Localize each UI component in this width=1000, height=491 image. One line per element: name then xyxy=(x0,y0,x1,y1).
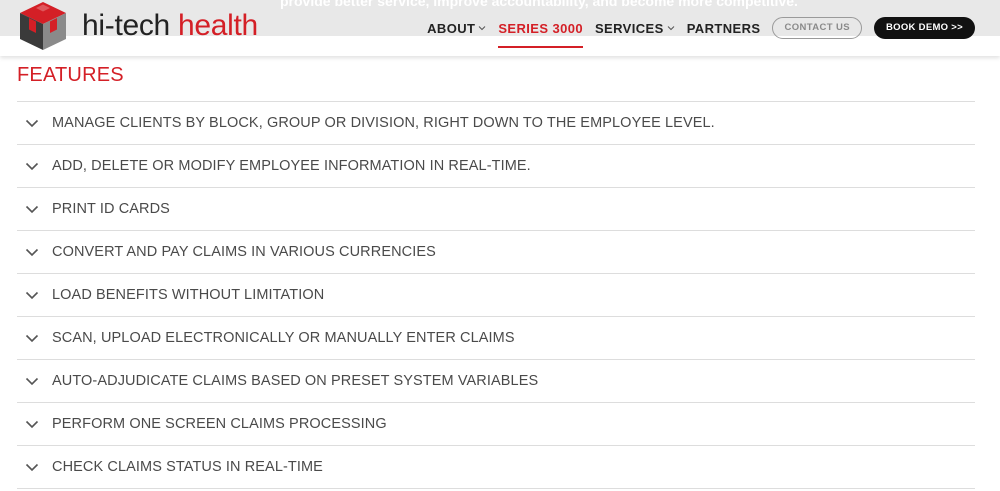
site-header: provide better service, improve accounta… xyxy=(0,0,1000,56)
chevron-down-icon xyxy=(25,291,39,300)
accordion-item[interactable]: PERFORM ONE SCREEN CLAIMS PROCESSING xyxy=(17,403,975,446)
accordion-item-label: ADD, DELETE OR MODIFY EMPLOYEE INFORMATI… xyxy=(52,158,531,174)
accordion-item[interactable]: CHECK CLAIMS STATUS IN REAL-TIME xyxy=(17,446,975,489)
chevron-down-icon xyxy=(25,119,39,128)
nav-item-partners[interactable]: PARTNERS xyxy=(687,21,761,36)
accordion-item[interactable]: AUTO-ADJUDICATE CLAIMS BASED ON PRESET S… xyxy=(17,360,975,403)
chevron-down-icon xyxy=(25,248,39,257)
nav-item-services[interactable]: SERVICES xyxy=(595,21,675,36)
accordion-item[interactable]: ADD, DELETE OR MODIFY EMPLOYEE INFORMATI… xyxy=(17,145,975,188)
chevron-down-icon xyxy=(25,205,39,214)
contact-us-button[interactable]: CONTACT US xyxy=(772,17,863,39)
chevron-down-icon xyxy=(25,420,39,429)
logo-text-main: hi-tech xyxy=(82,9,178,42)
chevron-down-icon xyxy=(667,26,675,31)
accordion-item-label: LOAD BENEFITS WITHOUT LIMITATION xyxy=(52,287,325,303)
chevron-down-icon xyxy=(478,26,486,31)
chevron-down-icon xyxy=(25,463,39,472)
accordion-item[interactable]: SCAN, UPLOAD ELECTRONICALLY OR MANUALLY … xyxy=(17,317,975,360)
nav-item-label: PARTNERS xyxy=(686,20,761,36)
chevron-down-icon xyxy=(25,334,39,343)
nav-item-label: ABOUT xyxy=(427,20,476,36)
site-logo[interactable]: hi-tech health xyxy=(16,0,258,52)
accordion-item-label: CHECK CLAIMS STATUS IN REAL-TIME xyxy=(52,459,323,475)
features-title: FEATURES xyxy=(17,64,124,86)
features-accordion: MANAGE CLIENTS BY BLOCK, GROUP OR DIVISI… xyxy=(17,101,975,489)
accordion-item-label: PERFORM ONE SCREEN CLAIMS PROCESSING xyxy=(52,416,387,432)
accordion-item-label: AUTO-ADJUDICATE CLAIMS BASED ON PRESET S… xyxy=(52,373,539,389)
hero-tagline: provide better service, improve accounta… xyxy=(280,0,798,9)
accordion-item-label: SCAN, UPLOAD ELECTRONICALLY OR MANUALLY … xyxy=(52,330,515,346)
chevron-down-icon xyxy=(25,377,39,386)
nav-item-series-3000[interactable]: SERIES 3000 xyxy=(498,20,583,48)
book-demo-button[interactable]: BOOK DEMO >> xyxy=(874,17,975,39)
main-nav: ABOUT SERIES 3000 SERVICES PARTNERS CONT… xyxy=(427,17,975,48)
nav-item-label: SERVICES xyxy=(594,20,664,36)
accordion-item[interactable]: CONVERT AND PAY CLAIMS IN VARIOUS CURREN… xyxy=(17,231,975,274)
features-section: FEATURES MANAGE CLIENTS BY BLOCK, GROUP … xyxy=(17,61,975,489)
nav-item-label: SERIES 3000 xyxy=(498,20,583,36)
logo-text-accent: health xyxy=(177,9,258,42)
accordion-item-label: MANAGE CLIENTS BY BLOCK, GROUP OR DIVISI… xyxy=(52,115,715,131)
accordion-item-label: PRINT ID CARDS xyxy=(52,201,170,217)
chevron-down-icon xyxy=(25,162,39,171)
logo-cube-icon xyxy=(20,2,66,50)
accordion-item[interactable]: LOAD BENEFITS WITHOUT LIMITATION xyxy=(17,274,975,317)
accordion-item[interactable]: PRINT ID CARDS xyxy=(17,188,975,231)
accordion-item[interactable]: MANAGE CLIENTS BY BLOCK, GROUP OR DIVISI… xyxy=(17,102,975,145)
accordion-item-label: CONVERT AND PAY CLAIMS IN VARIOUS CURREN… xyxy=(52,244,436,260)
logo-wordmark: hi-tech health xyxy=(82,0,258,52)
nav-item-about[interactable]: ABOUT xyxy=(427,21,486,36)
